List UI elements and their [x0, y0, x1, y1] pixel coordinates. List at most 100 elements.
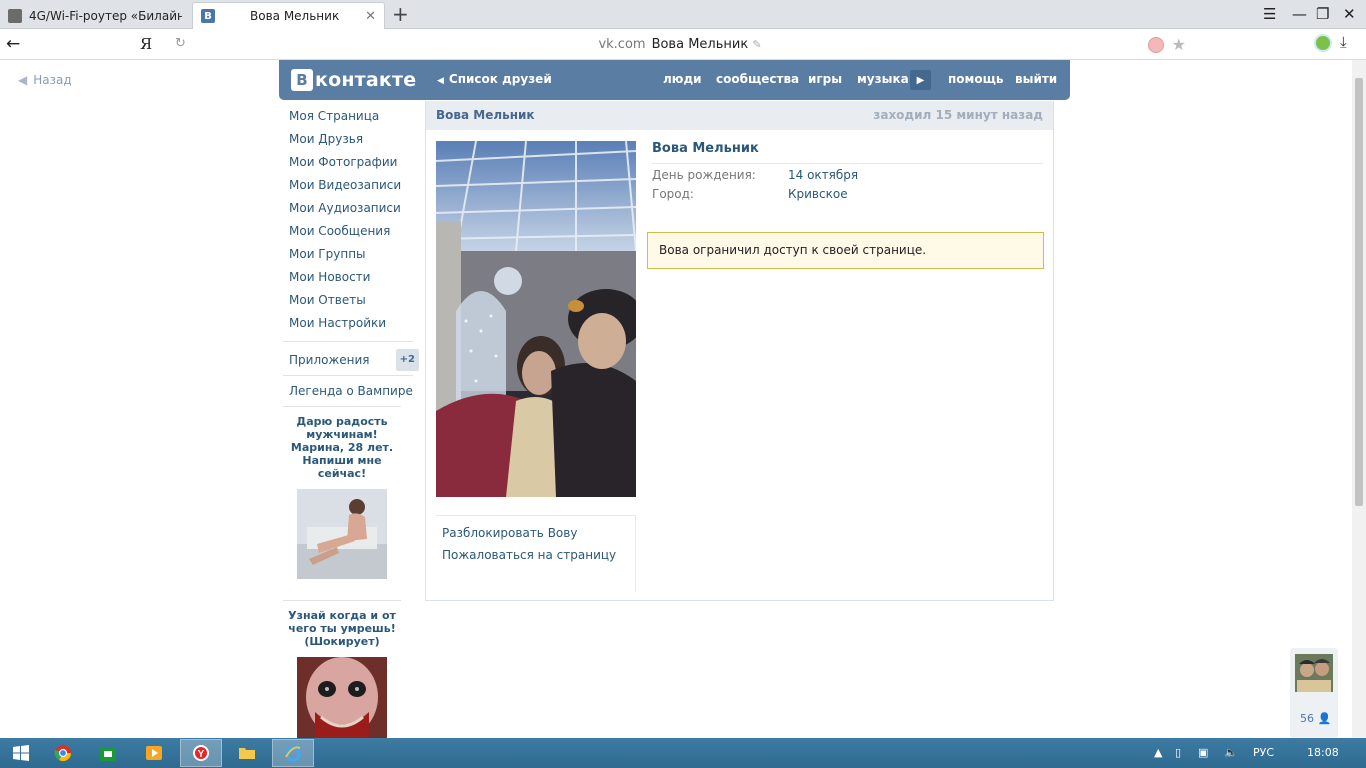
vk-logo-text: контакте [315, 69, 417, 91]
menu-my-answers[interactable]: Мои Ответы [289, 291, 419, 314]
taskbar-media-player[interactable] [133, 739, 175, 767]
music-play-icon[interactable]: ▶ [910, 70, 931, 90]
taskbar-file-explorer[interactable] [226, 739, 268, 767]
vk-logo-icon: В [291, 69, 313, 91]
profile-photo-image [436, 141, 636, 497]
ad-block-2[interactable]: Узнай когда и от чего ты умрешь! (Шокиру… [283, 600, 401, 738]
internet-explorer-icon [285, 746, 301, 762]
applications-count-badge: +2 [395, 348, 419, 371]
bookmark-star-icon[interactable]: ★ [1172, 35, 1186, 54]
nav-communities[interactable]: сообщества [716, 72, 799, 86]
taskbar-yandex-browser[interactable]: Y [180, 739, 222, 767]
taskbar-chrome[interactable] [42, 739, 84, 767]
menu-icon[interactable]: ☰ [1263, 5, 1276, 23]
menu-my-audio[interactable]: Мои Аудиозаписи [289, 199, 419, 222]
menu-my-news[interactable]: Мои Новости [289, 268, 419, 291]
folder-icon [239, 748, 255, 759]
yandex-logo[interactable]: Я [140, 35, 152, 53]
tray-expand-icon[interactable]: ▲ [1154, 746, 1162, 759]
close-tab-icon[interactable]: ✕ [365, 9, 376, 24]
birthday-value[interactable]: 14 октября [788, 168, 858, 183]
nav-logout[interactable]: выйти [1015, 72, 1057, 86]
nav-help[interactable]: помощь [948, 72, 1003, 86]
protect-icon[interactable] [1147, 36, 1164, 53]
online-friends-widget[interactable]: 56 👤 [1290, 648, 1338, 738]
pencil-icon[interactable]: ✎ [752, 38, 761, 51]
browser-tab-router[interactable]: 4G/Wi-Fi-роутер «Билайн» [0, 2, 190, 29]
avatar[interactable] [1295, 654, 1333, 692]
nav-music[interactable]: музыка [857, 72, 909, 86]
minimize-icon[interactable]: — [1292, 5, 1307, 23]
input-language[interactable]: РУС [1253, 746, 1274, 759]
menu-applications[interactable]: Приложения +2 [289, 348, 419, 371]
start-button[interactable] [0, 739, 42, 767]
profile-header: Вова Мельник заходил 15 минут назад [426, 101, 1053, 130]
close-window-icon[interactable]: ✕ [1343, 5, 1356, 23]
friends-list-label: Список друзей [448, 72, 552, 86]
tab-title: 4G/Wi-Fi-роутер «Билайн» [29, 8, 182, 23]
battery-icon[interactable]: ▯ [1175, 746, 1181, 759]
city-value[interactable]: Кривское [788, 187, 848, 202]
profile-header-name: Вова Мельник [436, 108, 535, 122]
left-menu: Моя Страница Мои Друзья Мои Фотографии М… [283, 107, 419, 405]
vk-logo[interactable]: В контакте [291, 69, 416, 91]
ad-title[interactable]: Узнай когда и от чего ты умрешь! (Шокиру… [283, 609, 401, 648]
url-field[interactable]: vk.com Вова Мельник ✎ ★ [168, 32, 1192, 57]
left-triangle-icon: ◀ [437, 76, 444, 86]
download-icon[interactable]: ⤓ [1340, 33, 1347, 51]
ad-image[interactable] [297, 657, 387, 738]
menu-my-groups[interactable]: Мои Группы [289, 245, 419, 268]
browser-tab-bar: 4G/Wi-Fi-роутер «Билайн» B Вова Мельник … [0, 0, 1366, 29]
menu-my-settings[interactable]: Мои Настройки [289, 314, 419, 337]
last-seen-status: заходил 15 минут назад [873, 108, 1043, 122]
network-icon[interactable]: ▣ [1198, 746, 1208, 759]
birthday-label: День рождения: [652, 168, 756, 182]
vk-header: В контакте ◀ Список друзей люди сообществ… [279, 60, 1070, 100]
menu-my-friends[interactable]: Мои Друзья [289, 130, 419, 153]
clock[interactable]: 18:08 [1307, 746, 1339, 759]
page-scrollbar[interactable] [1352, 60, 1366, 738]
menu-divider [283, 375, 413, 376]
back-arrow-icon[interactable]: ← [6, 34, 20, 54]
online-count-value: 56 [1300, 712, 1314, 725]
page-content: ◀ Назад В контакте ◀ Список друзей люди со… [0, 60, 1352, 738]
volume-icon[interactable]: 🔈 [1224, 746, 1238, 759]
ad-divider [283, 406, 401, 407]
url-page-title: Вова Мельник [651, 37, 749, 52]
new-tab-icon[interactable]: + [392, 4, 409, 24]
menu-my-photos[interactable]: Мои Фотографии [289, 153, 419, 176]
menu-divider [283, 341, 413, 342]
extension-icon[interactable] [1314, 34, 1332, 52]
online-count: 56 👤 [1300, 712, 1331, 725]
city-label: Город: [652, 187, 694, 201]
taskbar-internet-explorer[interactable] [272, 739, 314, 767]
unblock-user-link[interactable]: Разблокировать Вову [442, 526, 635, 548]
ad-image[interactable] [297, 489, 387, 579]
menu-app-vampire-legend[interactable]: Легенда о Вампире [289, 382, 419, 405]
menu-my-page[interactable]: Моя Страница [289, 107, 419, 130]
media-player-icon [146, 746, 162, 760]
profile-actions: Разблокировать Вову Пожаловаться на стра… [436, 515, 636, 591]
menu-my-messages[interactable]: Мои Сообщения [289, 222, 419, 245]
ad-title[interactable]: Дарю радость мужчинам! Марина, 28 лет. Н… [283, 415, 401, 480]
profile-photo[interactable] [436, 141, 636, 497]
router-favicon-icon [8, 8, 22, 23]
nav-people[interactable]: люди [663, 72, 702, 86]
windows-taskbar: Y ▲ ▯ ▣ 🔈 РУС 18:08 [0, 738, 1366, 768]
city-row: Город: Кривское [652, 187, 1043, 202]
taskbar-store[interactable] [87, 739, 129, 767]
windows-logo-icon [13, 745, 29, 761]
friends-list-link[interactable]: ◀ Список друзей [437, 72, 552, 86]
report-page-link[interactable]: Пожаловаться на страницу [442, 548, 635, 570]
ad-block-1[interactable]: Дарю радость мужчинам! Марина, 28 лет. Н… [283, 406, 401, 579]
restore-icon[interactable]: ❐ [1316, 5, 1329, 23]
menu-applications-label: Приложения [289, 352, 370, 367]
profile-info: Вова Мельник День рождения: 14 октября Г… [652, 141, 1043, 202]
scrollbar-thumb[interactable] [1355, 78, 1363, 506]
profile-name: Вова Мельник [652, 141, 1043, 164]
back-link[interactable]: ◀ Назад [18, 73, 72, 87]
menu-my-videos[interactable]: Мои Видеозаписи [289, 176, 419, 199]
browser-tab-vk[interactable]: B Вова Мельник ✕ [192, 2, 385, 29]
nav-games[interactable]: игры [808, 72, 842, 86]
chrome-icon [54, 745, 72, 762]
